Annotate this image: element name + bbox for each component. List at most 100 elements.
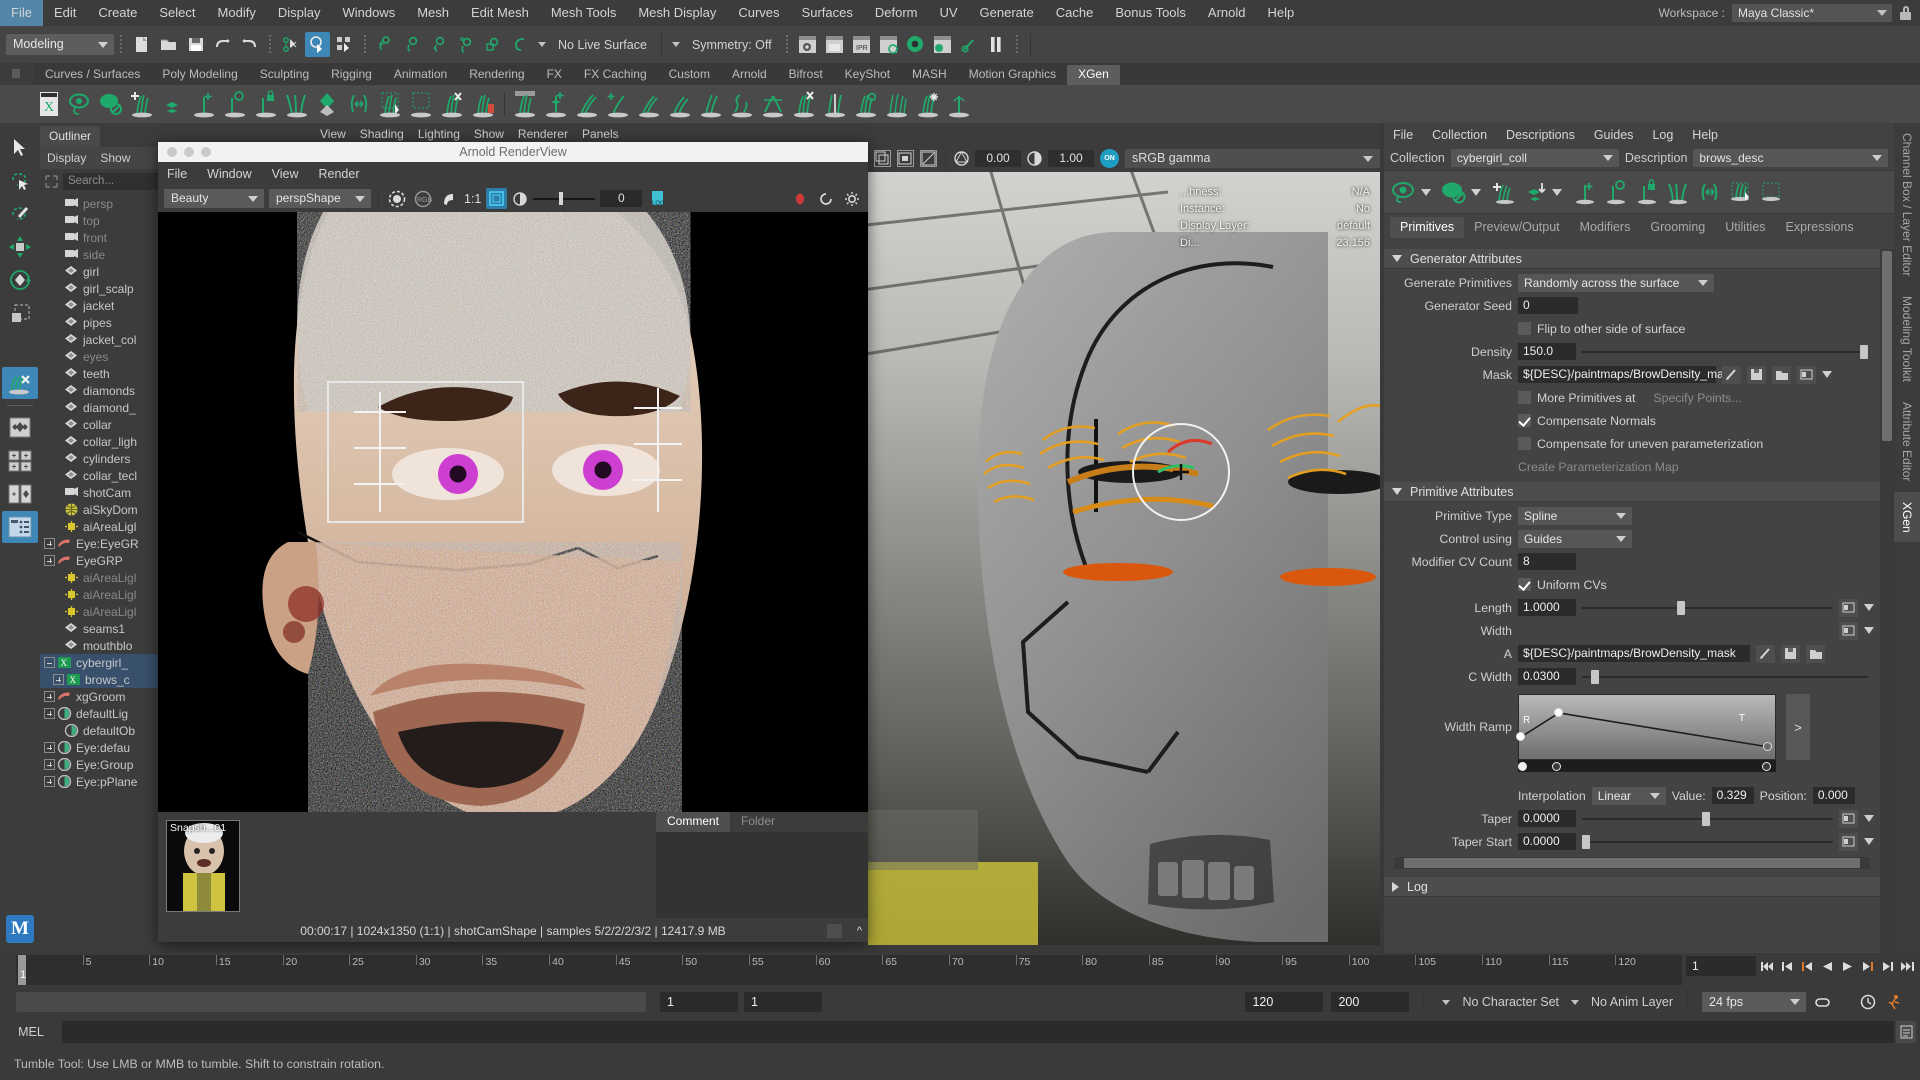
a-paint-icon[interactable] — [1756, 644, 1775, 663]
ramp-value-input[interactable]: 0.329 — [1711, 787, 1754, 804]
xgen-tab-expressions[interactable]: Expressions — [1776, 217, 1864, 238]
expand-toggle-icon[interactable] — [44, 555, 55, 566]
outliner-item[interactable]: Eye:pPlane — [40, 773, 160, 790]
clear-region-icon[interactable] — [1757, 176, 1785, 208]
viewport-menu-renderer[interactable]: Renderer — [518, 127, 568, 141]
ramp-expand-button[interactable]: > — [1786, 694, 1810, 760]
cwidth-slider[interactable] — [1582, 668, 1868, 685]
snapshot-thumbnail[interactable]: Snapsh...01 — [166, 820, 240, 912]
menu-bonus-tools[interactable]: Bonus Tools — [1104, 0, 1197, 26]
outliner-menu-display[interactable]: Display — [47, 151, 86, 165]
distribute-guides-icon[interactable] — [1695, 176, 1723, 208]
character-set-label[interactable]: No Character Set — [1462, 995, 1559, 1009]
outliner-item[interactable]: Eye:defau — [40, 739, 160, 756]
menu-uv[interactable]: UV — [928, 0, 968, 26]
auto-key-icon[interactable] — [1860, 991, 1877, 1013]
anim-layer-chevron-icon[interactable] — [1571, 999, 1580, 1005]
outliner-item[interactable]: teeth — [40, 365, 160, 382]
igs-clump-icon[interactable] — [758, 88, 788, 120]
length-input[interactable]: 1.0000 — [1518, 599, 1576, 616]
flip-surface-checkbox[interactable] — [1518, 322, 1531, 335]
outliner-item[interactable]: mouthblo — [40, 637, 160, 654]
outliner-item[interactable]: aiAreaLigl — [40, 569, 160, 586]
open-scene-icon[interactable] — [156, 32, 181, 57]
range-slider[interactable] — [16, 992, 646, 1012]
ipr-render-icon[interactable] — [822, 32, 847, 57]
outliner-item[interactable]: girl — [40, 263, 160, 280]
ramp-key-1[interactable] — [1554, 708, 1563, 717]
bind-to-surface-icon[interactable] — [1521, 176, 1549, 208]
outliner-item[interactable]: EyeGRP — [40, 552, 160, 569]
expand-toggle-icon[interactable] — [44, 657, 55, 668]
lasso-tool-icon[interactable] — [2, 165, 38, 197]
cwidth-input[interactable]: 0.0300 — [1518, 668, 1576, 685]
visibility-toggle-icon[interactable] — [1440, 176, 1468, 208]
snap-projected-icon[interactable] — [454, 32, 479, 57]
command-input[interactable] — [62, 1021, 1894, 1043]
cv-count-input[interactable]: 8 — [1518, 553, 1576, 570]
outliner-item[interactable]: pipes — [40, 314, 160, 331]
renderview-menu-window[interactable]: Window — [207, 167, 251, 181]
outliner-layout-icon[interactable] — [2, 511, 38, 543]
groom-region-icon[interactable] — [406, 88, 436, 120]
xgen-tab-primitives[interactable]: Primitives — [1390, 217, 1465, 238]
step-back-key-icon[interactable] — [1779, 955, 1796, 977]
record-icon[interactable] — [789, 188, 810, 209]
shelf-tab-custom[interactable]: Custom — [658, 65, 721, 85]
exposure-icon[interactable] — [954, 151, 969, 166]
two-pane-layout-icon[interactable] — [2, 478, 38, 510]
hypershade-icon[interactable] — [903, 32, 928, 57]
anim-layer-label[interactable]: No Anim Layer — [1591, 995, 1673, 1009]
single-pane-layout-icon[interactable] — [2, 412, 38, 444]
taper-start-input[interactable]: 0.0000 — [1518, 833, 1576, 850]
preview-toggle-icon[interactable] — [1390, 176, 1418, 208]
igs-comb-icon[interactable] — [634, 88, 664, 120]
xgen-menu-collection[interactable]: Collection — [1432, 128, 1487, 142]
render-settings-icon[interactable] — [876, 32, 901, 57]
outliner-item[interactable]: side — [40, 246, 160, 263]
ramp-graph[interactable]: R T — [1516, 694, 1776, 760]
open-map-icon[interactable] — [1772, 365, 1791, 384]
xgen-interactive-groom-icon[interactable] — [510, 88, 540, 120]
exposure-number[interactable]: 0 — [600, 190, 643, 207]
dock-tab-channel-box-layer-editor[interactable]: Channel Box / Layer Editor — [1894, 123, 1920, 286]
ipr-region-icon[interactable]: IPR — [849, 32, 874, 57]
shelf-tab-fx[interactable]: FX — [536, 65, 573, 85]
outliner-item[interactable]: Xcybergirl_ — [40, 654, 160, 671]
width-expression-icon[interactable] — [1839, 621, 1858, 640]
igs-part-icon[interactable] — [820, 88, 850, 120]
xgen-tab-utilities[interactable]: Utilities — [1715, 217, 1775, 238]
expand-toggle-icon[interactable] — [44, 776, 55, 787]
aov-dropdown[interactable]: Beauty — [164, 189, 264, 208]
menu-display[interactable]: Display — [267, 0, 332, 26]
igs-brush-icon[interactable] — [572, 88, 602, 120]
horizontal-scrollbar[interactable] — [1394, 857, 1870, 869]
add-guide-icon[interactable] — [189, 88, 219, 120]
expand-toggle-icon[interactable] — [44, 759, 55, 770]
select-guide-icon[interactable] — [1602, 176, 1630, 208]
viewport-menu-shading[interactable]: Shading — [360, 127, 404, 141]
groom-brush-icon[interactable] — [1726, 176, 1754, 208]
expand-toggle-icon[interactable] — [44, 538, 55, 549]
ramp-key-2[interactable] — [1763, 742, 1772, 751]
density-input[interactable]: 150.0 — [1518, 343, 1576, 360]
menu-create[interactable]: Create — [87, 0, 148, 26]
outliner-item[interactable]: Eye:Group — [40, 756, 160, 773]
lock-icon[interactable] — [1899, 6, 1912, 20]
igs-effects-icon[interactable] — [913, 88, 943, 120]
taper-slider[interactable] — [1582, 810, 1833, 827]
zoom-ratio-label[interactable]: 1:1 — [464, 192, 481, 206]
xgen-tab-preview-output[interactable]: Preview/Output — [1464, 217, 1569, 238]
renderview-menu-view[interactable]: View — [272, 167, 299, 181]
xgen-menu-descriptions[interactable]: Descriptions — [1506, 128, 1575, 142]
compensate-normals-checkbox[interactable] — [1518, 414, 1531, 427]
shelf-tab-animation[interactable]: Animation — [383, 65, 458, 85]
outliner-item[interactable]: defaultLig — [40, 705, 160, 722]
length-chevron-icon[interactable] — [1864, 604, 1874, 611]
more-primitives-checkbox[interactable] — [1518, 391, 1531, 404]
length-slider[interactable] — [1582, 599, 1833, 616]
outliner-item[interactable]: girl_scalp — [40, 280, 160, 297]
light-setup-icon[interactable] — [957, 32, 982, 57]
menu-windows[interactable]: Windows — [331, 0, 406, 26]
specify-points-button[interactable]: Specify Points... — [1653, 391, 1741, 405]
